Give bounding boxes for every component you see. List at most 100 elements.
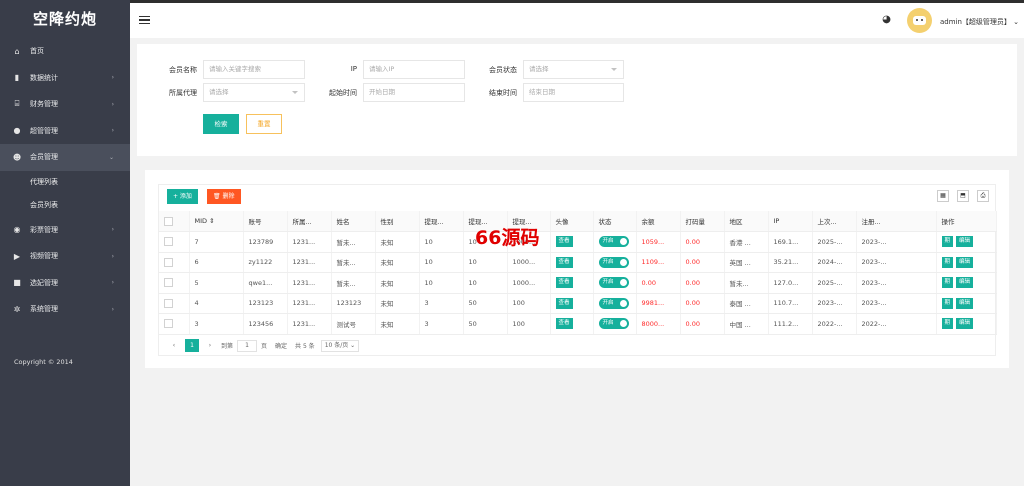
status-cell: 开启 (593, 313, 637, 335)
next-page-icon[interactable]: › (203, 339, 217, 352)
sidebar-item-label: 财务管理 (30, 100, 58, 109)
sidebar-subitem-0[interactable]: 代理列表 (0, 170, 130, 194)
member-name-input[interactable]: 请输入关键字搜索 (203, 60, 305, 79)
goto-page-input[interactable]: 1 (237, 339, 258, 352)
theme-palette-icon[interactable]: ◕ (881, 14, 892, 25)
actions-cell: 期编辑 删除 (936, 293, 997, 314)
chevron-icon: › (111, 252, 114, 260)
sidebar-item-7[interactable]: ■ 选妃管理 › (0, 270, 130, 297)
page-1-button[interactable]: 1 (185, 339, 199, 352)
edit-button[interactable]: 编辑 (956, 236, 974, 248)
table-row: 3 123456 1231... 测试号 未知 3 50 100 查看 开启 8000... 0.00… (159, 313, 997, 335)
status-toggle[interactable]: 开启 (598, 256, 629, 268)
table-cell: 英国 ... (724, 252, 769, 273)
period-button[interactable]: 期 (941, 256, 954, 268)
goto-confirm-button[interactable]: 确定 (275, 341, 287, 350)
table-cell: 1059... (636, 231, 681, 253)
page-unit-label: 页 (261, 343, 268, 350)
table-cell: 中国 ... (724, 313, 769, 335)
table-cell: 2025-... (812, 231, 857, 253)
edit-button[interactable]: 编辑 (956, 277, 974, 289)
table-cell: 0.00 (680, 272, 725, 294)
columns-filter-icon[interactable]: ▦ (937, 190, 949, 202)
table-cell: 35.21... (768, 252, 813, 273)
status-toggle[interactable]: 开启 (598, 318, 629, 330)
export-icon[interactable]: ⬒ (957, 190, 969, 202)
status-toggle[interactable]: 开启 (598, 297, 629, 309)
bank-icon: ⌸ (14, 99, 20, 109)
sidebar-item-5[interactable]: ◉ 彩票管理 › (0, 217, 130, 244)
row-checkbox[interactable] (164, 319, 173, 329)
search-button[interactable]: 检索 (203, 114, 239, 134)
prev-page-icon[interactable]: ‹ (167, 339, 181, 352)
table-row: 4 123123 1231... 123123 未知 3 50 100 查看 开启 9981... 0… (159, 293, 997, 314)
view-avatar-button[interactable]: 查看 (555, 256, 573, 268)
agent-select[interactable]: 请选择 (203, 83, 305, 102)
pagination: ‹ 1 › 到第 1 页 确定 共 5 条 10 条/页 ⌄ (167, 339, 360, 352)
row-checkbox[interactable] (164, 278, 173, 288)
end-date-input[interactable]: 结束日期 (523, 83, 624, 102)
delete-button[interactable]: 🗑 删除 (207, 189, 241, 204)
table-cell: 100 (507, 313, 551, 335)
view-avatar-button[interactable]: 查看 (555, 318, 573, 330)
user-menu[interactable]: admin【超级管理员】 ⌄ (940, 17, 1019, 27)
row-checkbox[interactable] (164, 298, 173, 308)
view-avatar-button[interactable]: 查看 (555, 236, 573, 248)
print-icon[interactable]: ⎙ (977, 190, 989, 202)
sidebar-item-4[interactable]: ☻ 会员管理 ⌄ (0, 144, 130, 171)
select-all-checkbox-cell (159, 211, 190, 232)
sidebar-subitem-1[interactable]: 会员列表 (0, 193, 130, 217)
end-date-label: 结束时间 (489, 89, 517, 97)
ip-input[interactable]: 请输入IP (363, 60, 465, 79)
sidebar-item-1[interactable]: ▮ 数据统计 › (0, 65, 130, 92)
sidebar-item-label: 视频管理 (30, 252, 58, 261)
column-header[interactable]: MID ⇕ (189, 211, 244, 232)
page-size-select[interactable]: 10 条/页 ⌄ (320, 339, 360, 352)
select-all-checkbox[interactable] (164, 216, 173, 226)
row-checkbox[interactable] (164, 237, 173, 247)
reset-button[interactable]: 重置 (246, 114, 282, 134)
table-cell: zy1122 (243, 252, 288, 273)
add-button[interactable]: + 添加 (167, 189, 198, 204)
period-button[interactable]: 期 (941, 318, 954, 330)
sidebar-item-8[interactable]: ✲ 系统管理 › (0, 296, 130, 323)
member-status-label: 会员状态 (489, 66, 517, 74)
edit-button[interactable]: 编辑 (956, 256, 974, 268)
status-toggle[interactable]: 开启 (598, 277, 629, 289)
sidebar-item-label: 会员管理 (30, 153, 58, 162)
column-header: 余额 (636, 211, 681, 232)
table-cell: 3 (419, 313, 464, 335)
table-cell: 1109... (636, 252, 681, 273)
table-cell: 2023-... (856, 252, 937, 273)
table-container: + 添加 🗑 删除 ▦ ⬒ ⎙ MID ⇕ 账号 所属... 姓名 性别 提现... 提现.… (158, 184, 997, 356)
table-cell: 未知 (375, 272, 420, 294)
period-button[interactable]: 期 (941, 277, 954, 289)
sidebar-item-0[interactable]: ⌂ 首页 (0, 38, 130, 65)
chevron-icon: ⌄ (108, 153, 114, 161)
status-cell: 开启 (593, 272, 637, 294)
table-cell: 2023-... (856, 293, 937, 314)
view-avatar-button[interactable]: 查看 (555, 297, 573, 309)
period-button[interactable]: 期 (941, 236, 954, 248)
table-cell: 10 (419, 252, 464, 273)
table-cell: 1231... (287, 231, 332, 253)
status-toggle[interactable]: 开启 (598, 236, 629, 248)
member-status-select[interactable]: 请选择 (523, 60, 624, 79)
table-cell: 50 (463, 293, 508, 314)
row-checkbox[interactable] (164, 257, 173, 267)
video-icon: ▶ (13, 251, 21, 261)
view-avatar-button[interactable]: 查看 (555, 277, 573, 289)
edit-button[interactable]: 编辑 (956, 297, 974, 309)
table-cell: 1231... (287, 272, 332, 294)
sidebar-item-6[interactable]: ▶ 视频管理 › (0, 243, 130, 270)
period-button[interactable]: 期 (941, 297, 954, 309)
ip-label: IP (350, 65, 357, 73)
start-date-input[interactable]: 开始日期 (363, 83, 465, 102)
table-cell: 1000... (507, 272, 551, 294)
avatar[interactable] (907, 8, 932, 33)
menu-toggle-icon[interactable] (139, 16, 150, 24)
table-cell: 50 (463, 313, 508, 335)
sidebar-item-3[interactable]: ● 超管管理 › (0, 118, 130, 145)
edit-button[interactable]: 编辑 (956, 318, 974, 330)
sidebar-item-2[interactable]: ⌸ 财务管理 › (0, 91, 130, 118)
